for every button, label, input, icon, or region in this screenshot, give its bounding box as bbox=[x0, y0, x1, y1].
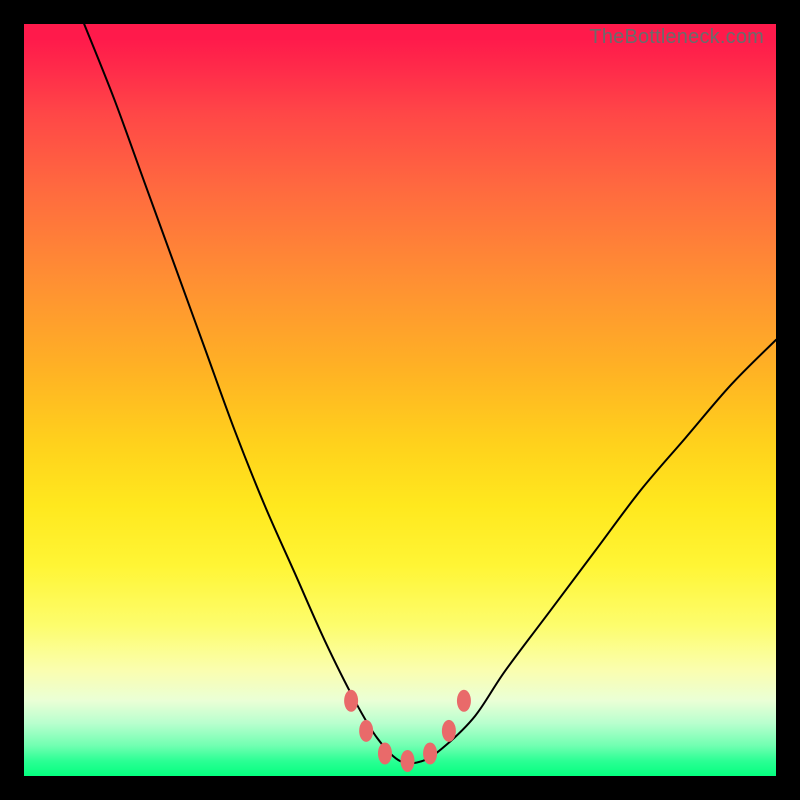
marker-dot bbox=[401, 750, 415, 772]
marker-dot bbox=[378, 742, 392, 764]
curve-layer bbox=[24, 24, 776, 776]
bottleneck-curve bbox=[84, 24, 776, 763]
marker-dot bbox=[359, 720, 373, 742]
marker-dot bbox=[344, 690, 358, 712]
chart-frame: TheBottleneck.com bbox=[0, 0, 800, 800]
marker-dot bbox=[442, 720, 456, 742]
plot-area: TheBottleneck.com bbox=[24, 24, 776, 776]
bottleneck-markers bbox=[344, 690, 471, 772]
marker-dot bbox=[457, 690, 471, 712]
marker-dot bbox=[423, 742, 437, 764]
watermark-text: TheBottleneck.com bbox=[589, 26, 764, 49]
